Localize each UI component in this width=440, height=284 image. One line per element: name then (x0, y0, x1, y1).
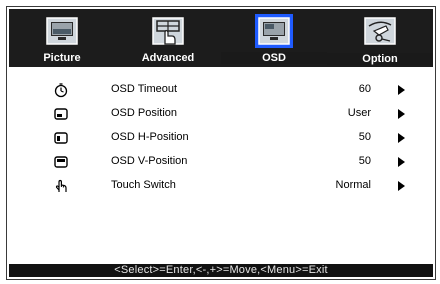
menu-item-value: 50 (358, 155, 371, 167)
menu-item-touch-switch[interactable]: Touch Switch Normal (7, 175, 435, 197)
option-icon (364, 17, 396, 45)
right-arrow-icon[interactable] (398, 157, 405, 167)
tab-option[interactable]: Option (327, 9, 433, 67)
tab-label: Option (327, 53, 433, 65)
tab-label: Picture (43, 52, 81, 64)
advanced-icon (152, 17, 184, 45)
menu-item-value: Normal (335, 179, 371, 191)
timer-icon (54, 83, 68, 98)
right-arrow-icon[interactable] (398, 109, 405, 119)
help-bar: <Select>=Enter,<-,+>=Move,<Menu>=Exit (9, 264, 433, 277)
menu-item-label: OSD Timeout (111, 83, 178, 95)
position-icon (54, 108, 68, 120)
right-arrow-icon[interactable] (398, 85, 405, 95)
osd-icon (255, 14, 293, 48)
touch-hand-icon (55, 179, 67, 192)
v-position-icon (54, 156, 68, 168)
tab-advanced[interactable]: Advanced (115, 9, 221, 67)
menu-item-label: OSD V-Position (111, 155, 188, 167)
menu-item-osd-position[interactable]: OSD Position User (7, 103, 435, 125)
menu-item-label: Touch Switch (111, 179, 176, 191)
picture-icon (46, 17, 78, 45)
menu-item-label: OSD Position (111, 107, 178, 119)
menu-item-osd-h-position[interactable]: OSD H-Position 50 (7, 127, 435, 149)
right-arrow-icon[interactable] (398, 181, 405, 191)
menu-item-osd-timeout[interactable]: OSD Timeout 60 (7, 79, 435, 101)
right-arrow-icon[interactable] (398, 133, 405, 143)
h-position-icon (54, 132, 68, 144)
tab-osd[interactable]: OSD (221, 9, 327, 67)
tab-picture[interactable]: Picture (9, 9, 115, 67)
tab-label: Advanced (141, 52, 195, 64)
tab-bar: Picture Advanced OSD Option (9, 9, 433, 67)
osd-menu: Picture Advanced OSD Option OSD Timeout … (6, 6, 436, 280)
menu-item-label: OSD H-Position (111, 131, 189, 143)
menu-item-value: 50 (358, 131, 371, 143)
menu-item-value: User (347, 107, 371, 119)
menu-item-value: 60 (358, 83, 371, 95)
tab-label: OSD (221, 52, 327, 64)
menu-item-osd-v-position[interactable]: OSD V-Position 50 (7, 151, 435, 173)
